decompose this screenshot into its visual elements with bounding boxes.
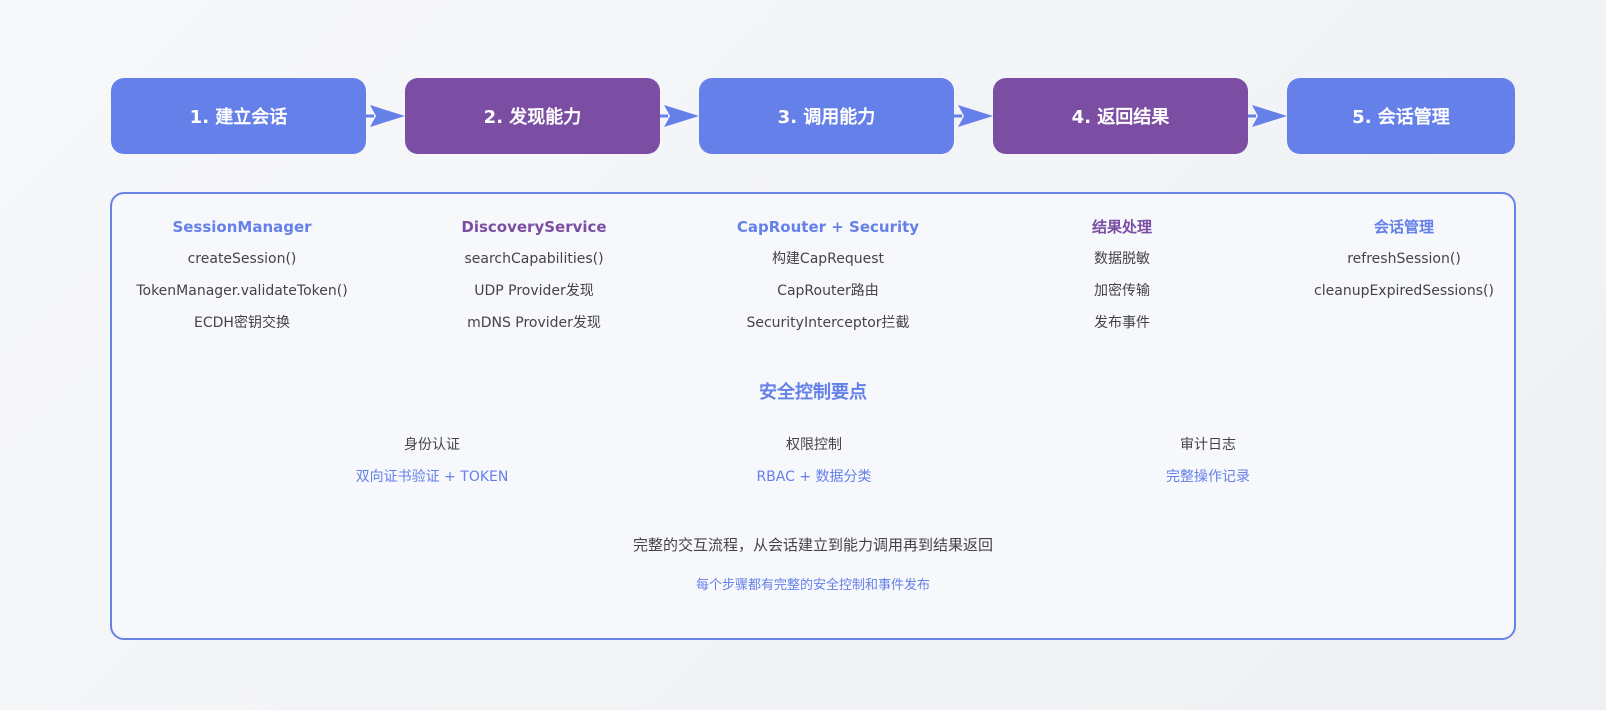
arrow-right-icon xyxy=(660,105,699,127)
security-point-desc: 双向证书验证 + TOKEN xyxy=(355,469,509,485)
column-title: SessionManager xyxy=(172,218,312,236)
detail-column-session: SessionManager createSession() TokenMana… xyxy=(112,216,372,344)
security-point-audit: 审计日志 完整操作记录 xyxy=(1058,434,1358,488)
column-item: mDNS Provider发现 xyxy=(467,315,601,331)
step-label: 1. 建立会话 xyxy=(189,107,288,128)
column-item: refreshSession() xyxy=(1347,251,1461,267)
column-item: 发布事件 xyxy=(1094,315,1150,331)
security-point-name: 审计日志 xyxy=(1180,437,1236,453)
column-item: createSession() xyxy=(187,251,297,267)
column-item: ECDH密钥交换 xyxy=(194,315,290,331)
detail-column-result: 结果处理 数据脱敏 加密传输 发布事件 xyxy=(992,216,1252,344)
column-title: CapRouter + Security xyxy=(736,218,920,236)
arrow-right-icon xyxy=(954,105,993,127)
column-title: DiscoveryService xyxy=(461,218,607,236)
column-title: 结果处理 xyxy=(1091,218,1152,236)
security-point-name: 权限控制 xyxy=(786,437,842,453)
detail-column-session-mgmt: 会话管理 refreshSession() cleanupExpiredSess… xyxy=(1274,216,1534,312)
step-label: 4. 返回结果 xyxy=(1071,107,1170,128)
step-label: 3. 调用能力 xyxy=(777,107,876,128)
column-title: 会话管理 xyxy=(1373,218,1434,236)
security-point-desc: 完整操作记录 xyxy=(1166,469,1250,485)
arrow-right-icon xyxy=(366,105,405,127)
step-label: 5. 会话管理 xyxy=(1352,107,1450,128)
column-item: 数据脱敏 xyxy=(1094,251,1150,267)
security-point-auth: 身份认证 双向证书验证 + TOKEN xyxy=(282,434,582,488)
detail-column-discovery: DiscoveryService searchCapabilities() UD… xyxy=(404,216,664,344)
step-box-4: 4. 返回结果 xyxy=(993,78,1248,154)
security-point-name: 身份认证 xyxy=(404,437,460,453)
arrow-right-icon xyxy=(1248,105,1287,127)
step-box-1: 1. 建立会话 xyxy=(111,78,366,154)
summary-subtext: 每个步骤都有完整的安全控制和事件发布 xyxy=(695,578,930,593)
step-box-3: 3. 调用能力 xyxy=(699,78,954,154)
summary-text: 完整的交互流程，从会话建立到能力调用再到结果返回 xyxy=(632,536,993,554)
step-box-5: 5. 会话管理 xyxy=(1287,78,1515,154)
column-item: UDP Provider发现 xyxy=(474,283,594,299)
security-point-access: 权限控制 RBAC + 数据分类 xyxy=(664,434,964,488)
column-item: searchCapabilities() xyxy=(464,251,604,267)
step-label: 2. 发现能力 xyxy=(483,107,582,128)
column-item: SecurityInterceptor拦截 xyxy=(746,315,910,331)
column-item: TokenManager.validateToken() xyxy=(136,283,348,299)
detail-column-invoke: CapRouter + Security 构建CapRequest CapRou… xyxy=(698,216,958,344)
column-item: CapRouter路由 xyxy=(777,283,879,299)
column-item: 加密传输 xyxy=(1094,283,1150,299)
details-panel: SessionManager createSession() TokenMana… xyxy=(110,192,1516,640)
interaction-flow-diagram: 1. 建立会话 2. 发现能力 3. 调用能力 4. 返回结果 5. 会话管理 … xyxy=(0,0,1606,710)
security-point-desc: RBAC + 数据分类 xyxy=(756,469,872,485)
column-item: 构建CapRequest xyxy=(771,251,885,267)
step-box-2: 2. 发现能力 xyxy=(405,78,660,154)
column-item: cleanupExpiredSessions() xyxy=(1314,283,1494,299)
security-section-title: 安全控制要点 xyxy=(759,382,867,403)
